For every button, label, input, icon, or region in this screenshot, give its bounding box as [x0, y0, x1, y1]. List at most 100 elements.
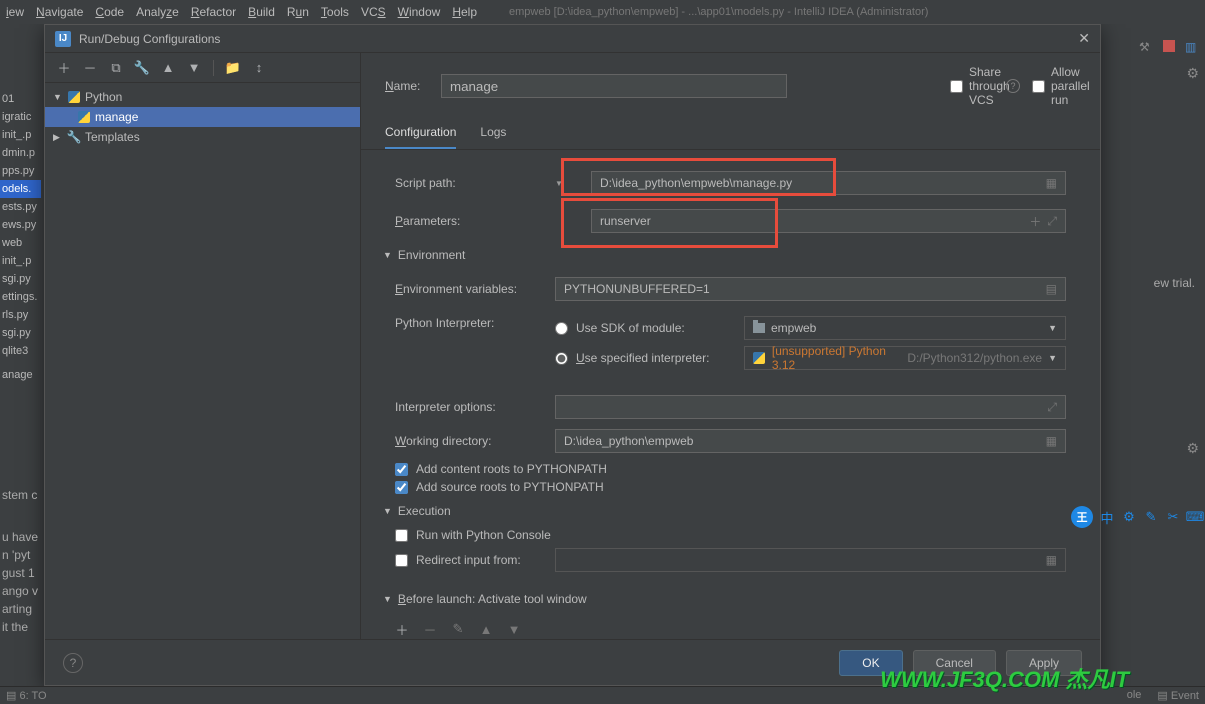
- file-item[interactable]: web: [0, 234, 41, 252]
- script-path-label: Script path:: [395, 176, 545, 190]
- copy-icon[interactable]: ⧉: [109, 61, 123, 75]
- env-vars-input[interactable]: PYTHONUNBUFFERED=1 ▤: [555, 277, 1066, 301]
- menu-help[interactable]: Help: [452, 5, 477, 19]
- working-dir-label: Working directory:: [395, 434, 545, 448]
- interp-options-label: Interpreter options:: [395, 400, 545, 414]
- name-label: Name:: [385, 79, 429, 93]
- scissors-icon[interactable]: ✂: [1165, 509, 1181, 525]
- chevron-down-icon: ▼: [383, 506, 392, 516]
- expand-arrow-icon[interactable]: ▼: [53, 92, 63, 102]
- use-sdk-radio[interactable]: [555, 322, 568, 335]
- file-item[interactable]: 01: [0, 90, 41, 108]
- file-item[interactable]: pps.py: [0, 162, 41, 180]
- floating-toolbar[interactable]: 王 中 ⚙ ✎ ✂ ⌨: [1071, 506, 1203, 528]
- file-item[interactable]: igratic: [0, 108, 41, 126]
- menu-tools[interactable]: Tools: [321, 5, 349, 19]
- menu-analyze[interactable]: Analyze: [136, 5, 179, 19]
- edit-icon[interactable]: ✎: [1143, 509, 1159, 525]
- gear-icon-2[interactable]: ⚙: [1186, 440, 1199, 457]
- browse-icon[interactable]: ▦: [1046, 434, 1057, 448]
- list-icon[interactable]: ▤: [1046, 282, 1057, 296]
- bg-text: it the: [2, 620, 1205, 634]
- menu-run[interactable]: Run: [287, 5, 309, 19]
- remove-icon[interactable]: －: [83, 61, 97, 75]
- ime-icon[interactable]: 中: [1099, 509, 1115, 525]
- tree-label: Python: [85, 90, 122, 104]
- add-param-icon[interactable]: ＋: [1029, 213, 1041, 230]
- expand-arrow-icon[interactable]: ▶: [53, 132, 63, 143]
- up-icon[interactable]: ▲: [161, 61, 175, 75]
- tab-logs[interactable]: Logs: [480, 117, 506, 149]
- status-eventlog[interactable]: ▤ Event: [1157, 689, 1199, 702]
- tree-node-templates[interactable]: ▶ 🔧 Templates: [45, 127, 360, 147]
- down-icon[interactable]: ▼: [187, 61, 201, 75]
- file-item[interactable]: ews.py: [0, 216, 41, 234]
- file-item[interactable]: anage: [0, 366, 41, 384]
- file-item[interactable]: init_.p: [0, 126, 41, 144]
- folder-icon[interactable]: 📁: [226, 61, 240, 75]
- file-item[interactable]: init_.p: [0, 252, 41, 270]
- gear-icon[interactable]: ⚙: [1186, 65, 1199, 82]
- tool-icon[interactable]: ⚙: [1121, 509, 1137, 525]
- parameters-label: Parameters:: [395, 214, 545, 228]
- chevron-down-icon[interactable]: ▼: [555, 179, 565, 188]
- help-icon[interactable]: ?: [1006, 79, 1020, 93]
- interpreter-warn: [unsupported] Python 3.12: [772, 344, 901, 372]
- add-content-roots-checkbox[interactable]: Add content roots to PYTHONPATH: [395, 462, 1066, 476]
- name-input[interactable]: [441, 74, 787, 98]
- expand-icon[interactable]: ⤢: [1047, 214, 1057, 229]
- menubar[interactable]: iew Navigate Code Analyze Refactor Build…: [0, 0, 1205, 24]
- menu-code[interactable]: Code: [95, 5, 124, 19]
- environment-section[interactable]: ▼ Environment: [383, 248, 1078, 262]
- share-vcs-checkbox[interactable]: Share through VCS: [950, 65, 994, 107]
- file-item[interactable]: ettings.: [0, 288, 41, 306]
- python-icon: [77, 110, 91, 124]
- parallel-run-checkbox[interactable]: Allow parallel run: [1032, 65, 1076, 107]
- keyboard-icon[interactable]: ⌨: [1187, 509, 1203, 525]
- menu-vcs[interactable]: VCS: [361, 5, 386, 19]
- collapse-icon[interactable]: ↕: [252, 61, 266, 75]
- browse-icon[interactable]: ▦: [1046, 176, 1057, 190]
- layout-icon[interactable]: ▥: [1185, 40, 1199, 54]
- menu-build[interactable]: Build: [248, 5, 275, 19]
- file-item[interactable]: rls.py: [0, 306, 41, 324]
- add-icon[interactable]: ＋: [57, 61, 71, 75]
- tree-label: manage: [95, 110, 138, 124]
- module-select[interactable]: empweb ▼: [744, 316, 1066, 340]
- menu-navigate[interactable]: Navigate: [36, 5, 83, 19]
- bg-text: stem c: [2, 488, 1205, 502]
- bg-text: n 'pyt: [2, 548, 1205, 562]
- tab-configuration[interactable]: Configuration: [385, 117, 456, 149]
- tree-node-python[interactable]: ▼ Python: [45, 87, 360, 107]
- parallel-label: Allow parallel run: [1051, 65, 1090, 107]
- interp-options-input[interactable]: ⤢: [555, 395, 1066, 419]
- interpreter-select[interactable]: [unsupported] Python 3.12 D:/Python312/p…: [744, 346, 1066, 370]
- working-dir-input[interactable]: D:\idea_python\empweb ▦: [555, 429, 1066, 453]
- python-icon: [753, 351, 766, 365]
- python-interpreter-label: Python Interpreter:: [395, 310, 545, 330]
- main-toolbar-right: ⚒ ▥: [1139, 40, 1199, 54]
- close-icon[interactable]: ✕: [1078, 30, 1090, 47]
- tree-node-manage[interactable]: manage: [45, 107, 360, 127]
- bg-text: arting: [2, 602, 1205, 616]
- menu-refactor[interactable]: Refactor: [191, 5, 236, 19]
- execution-section[interactable]: ▼ Execution: [383, 504, 1078, 518]
- status-left[interactable]: ▤ 6: TO: [6, 689, 47, 702]
- hammer-icon[interactable]: ⚒: [1139, 40, 1153, 54]
- file-item[interactable]: qlite3: [0, 342, 41, 360]
- wrench-icon[interactable]: 🔧: [135, 61, 149, 75]
- file-item[interactable]: dmin.p: [0, 144, 41, 162]
- stop-icon[interactable]: [1163, 40, 1175, 52]
- use-specified-radio[interactable]: [555, 352, 568, 365]
- help-icon[interactable]: ?: [63, 653, 83, 673]
- file-item[interactable]: sgi.py: [0, 324, 41, 342]
- expand-icon[interactable]: ⤢: [1047, 400, 1057, 415]
- file-item-selected[interactable]: odels.: [0, 180, 41, 198]
- assist-icon[interactable]: 王: [1071, 506, 1093, 528]
- file-item[interactable]: ests.py: [0, 198, 41, 216]
- script-path-input[interactable]: D:\idea_python\empweb\manage.py ▦: [591, 171, 1066, 195]
- menu-view[interactable]: iew: [6, 5, 24, 19]
- menu-window[interactable]: Window: [398, 5, 441, 19]
- module-name: empweb: [771, 321, 816, 335]
- parameters-input[interactable]: runserver ＋ ⤢: [591, 209, 1066, 233]
